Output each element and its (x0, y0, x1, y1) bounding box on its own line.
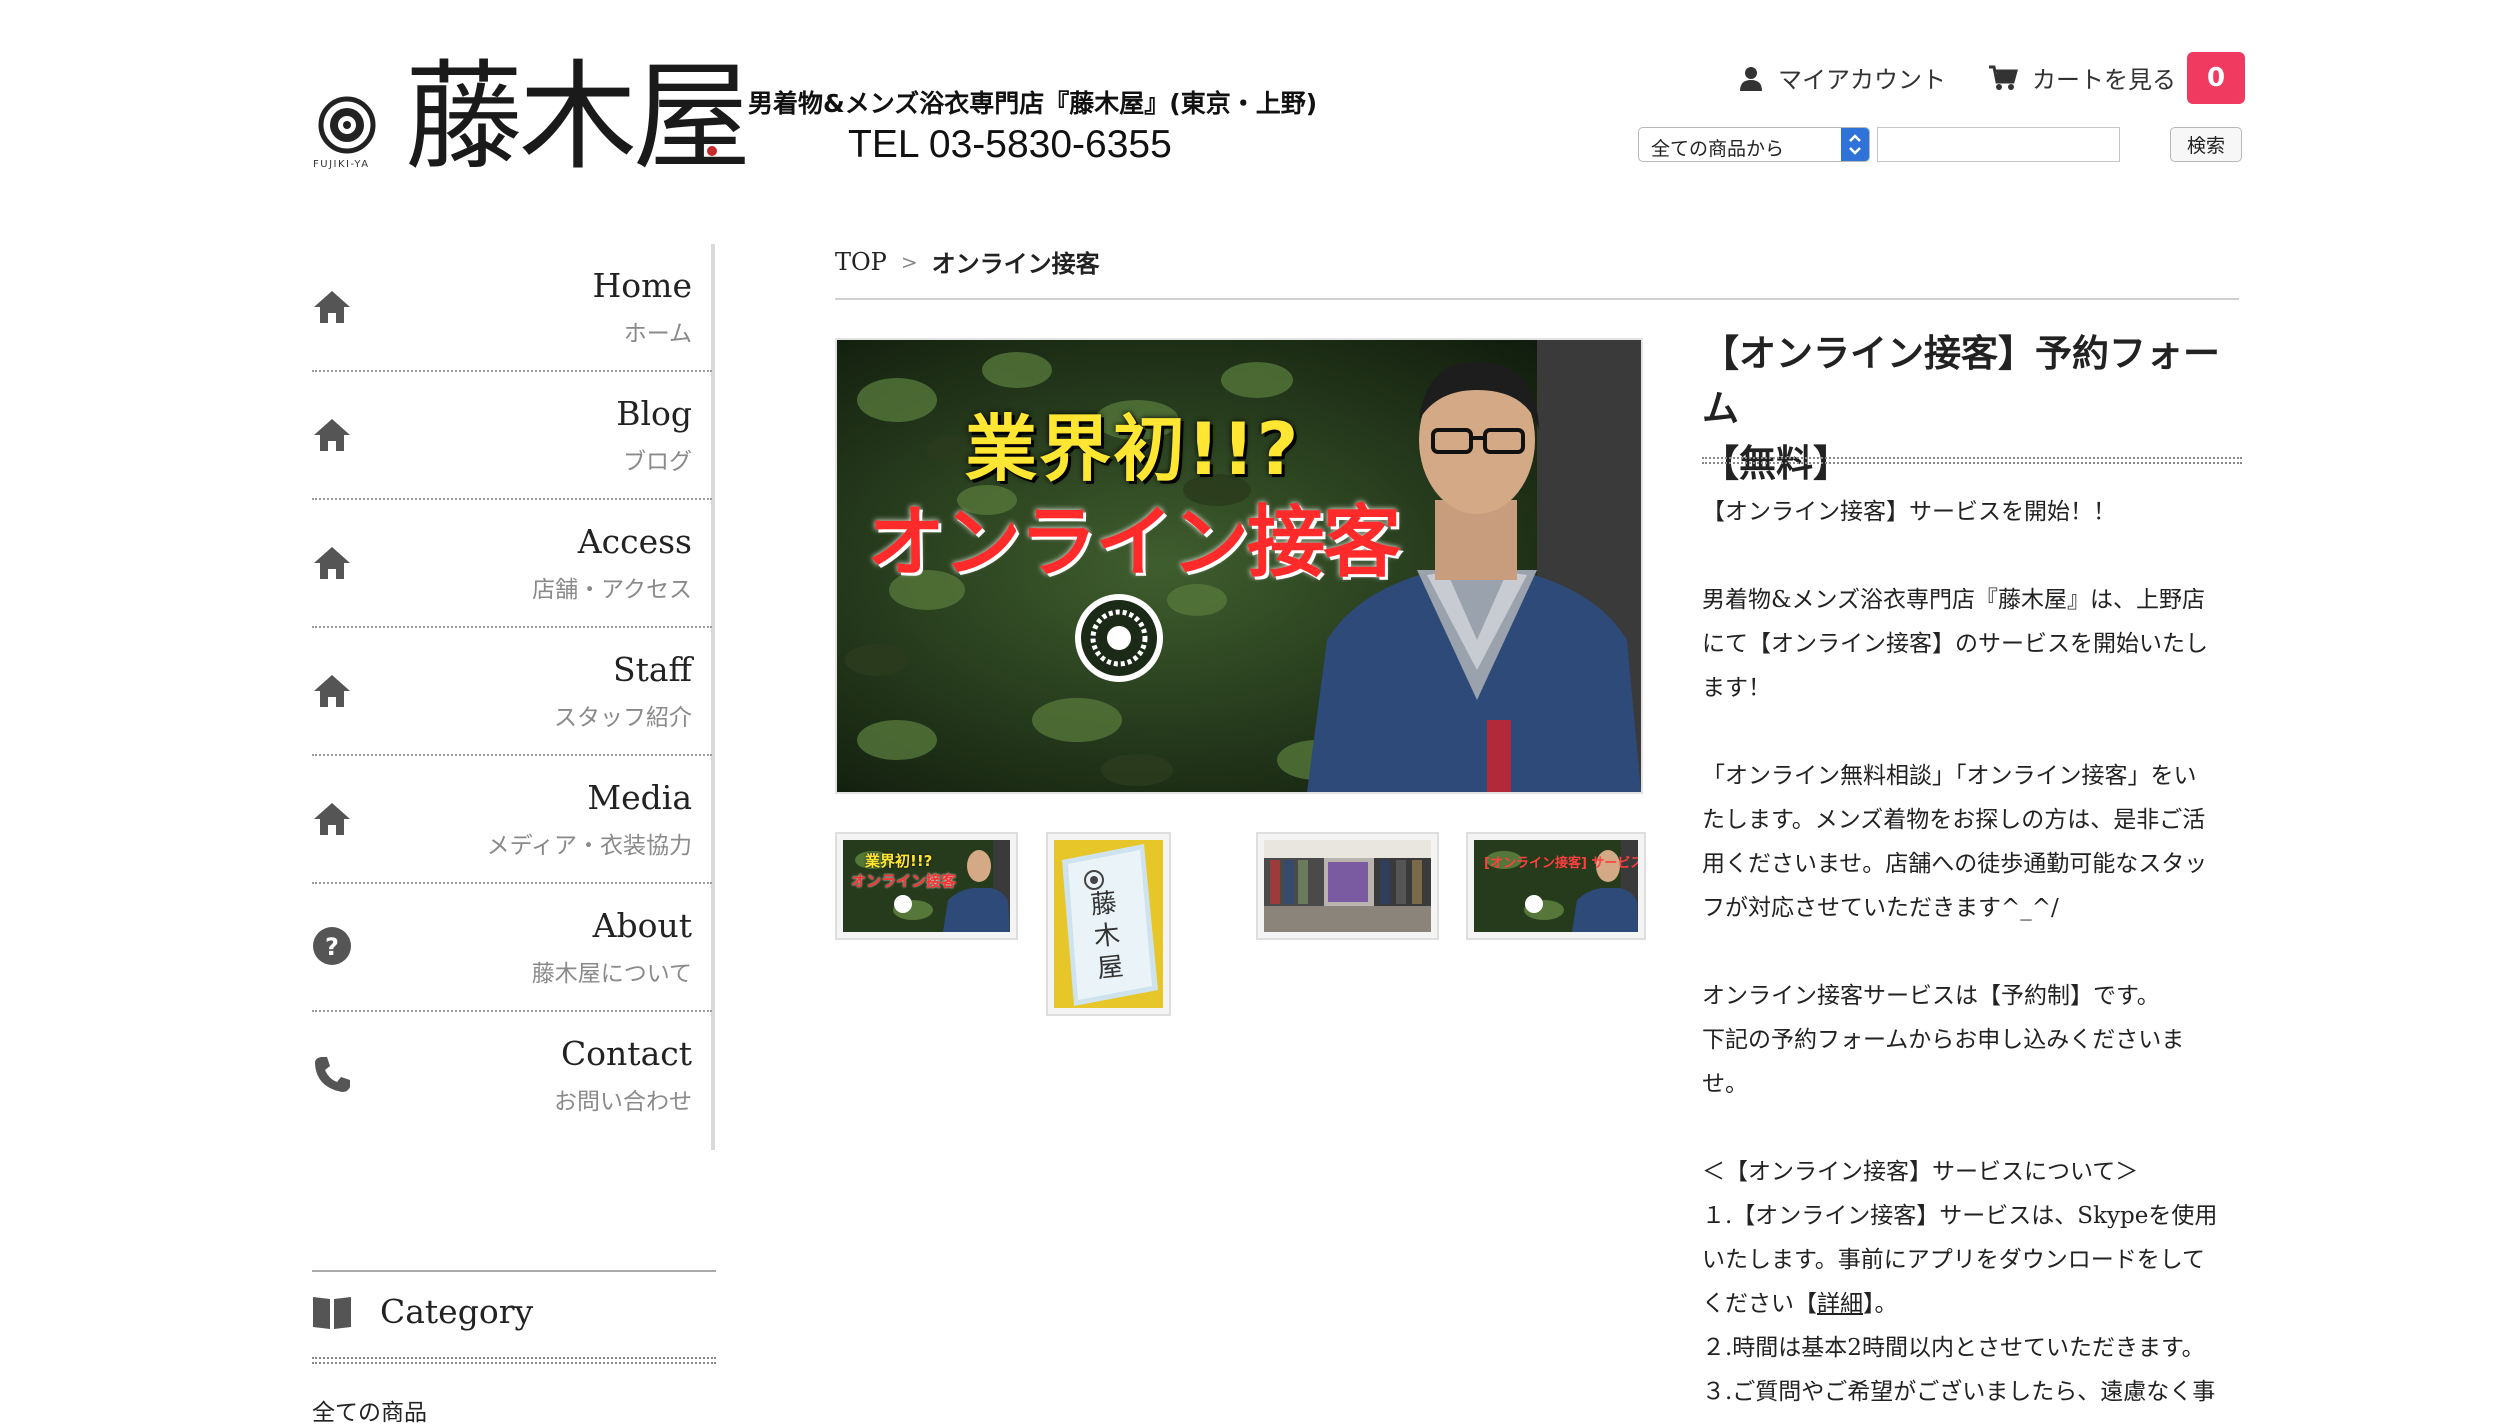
breadcrumb-separator: > (900, 249, 918, 274)
sidebar-item-blog[interactable]: Blog ブログ (312, 372, 712, 500)
logo-seal-icon (707, 146, 717, 156)
sidebar-item-label: Blog (616, 394, 692, 433)
breadcrumb-top-link[interactable]: TOP (835, 248, 887, 276)
desc-line: １.【オンライン接客】サービスは、Skypeを使用 (1702, 1203, 2218, 1229)
category-divider (312, 1270, 716, 1272)
desc-text: ください【 (1702, 1291, 1817, 1317)
phone-icon (315, 1057, 350, 1092)
product-thumbnail-3[interactable] (1256, 832, 1439, 940)
desc-line: オンライン接客サービスは【予約制】です。 (1702, 983, 2160, 1009)
sidebar-item-about[interactable]: ? About 藤木屋について (312, 884, 712, 1012)
desc-line: 用くださいませ。店舗への徒歩通勤可能なスタッ (1702, 851, 2208, 877)
sidebar-item-label: Staff (613, 650, 692, 689)
question-icon: ? (313, 927, 351, 965)
product-title-line-1: 【オンライン接客】予約フォーム (1702, 331, 2220, 430)
sidebar-item-label: About (592, 906, 692, 945)
desc-line: たします。メンズ着物をお探しの方は、是非ご活 (1702, 807, 2206, 833)
my-account-link[interactable]: マイアカウント (1738, 60, 1946, 95)
home-icon (314, 547, 350, 579)
logo-subtitle: FUJIKI-YA (313, 159, 370, 170)
sidebar-item-access[interactable]: Access 店舗・アクセス (312, 500, 712, 628)
search-input[interactable] (1877, 127, 2120, 162)
logo-text[interactable]: 藤木屋 (405, 52, 751, 182)
desc-text: 】。 (1863, 1291, 1898, 1317)
sidebar-item-sublabel: ブログ (623, 449, 692, 475)
breadcrumb-divider (835, 298, 2239, 300)
desc-line: ＜【オンライン接客】サービスについて＞ (1702, 1159, 2139, 1185)
thumbnail-1-caption-1: 業界初!!? (865, 852, 933, 870)
select-arrows-icon (1841, 128, 1869, 161)
book-icon (313, 1296, 351, 1329)
desc-line: いたします。事前にアプリをダウンロードをして (1702, 1247, 2206, 1273)
details-link[interactable]: 詳細 (1817, 1291, 1863, 1317)
desc-line: せ。 (1702, 1071, 1748, 1097)
home-icon (314, 675, 350, 707)
sidebar-item-media[interactable]: Media メディア・衣装協力 (312, 756, 712, 884)
desc-line: フが対応させていただきます^_^/ (1702, 895, 2059, 921)
sidebar-item-sublabel: メディア・衣装協力 (486, 833, 692, 859)
desc-line: ます！ (1702, 675, 1771, 701)
sidebar-item-sublabel: 店舗・アクセス (532, 577, 692, 603)
search-category-select[interactable]: 全ての商品から (1638, 127, 1870, 162)
sidebar-item-label: Access (577, 522, 692, 561)
cart-icon (1989, 65, 2018, 90)
view-cart-label: カートを見る (2032, 66, 2176, 94)
desc-line: にて【オンライン接客】のサービスを開始いたし (1702, 631, 2208, 657)
shop-phone: TEL 03-5830-6355 (848, 123, 1172, 166)
search-category-value: 全ての商品から (1651, 138, 1785, 160)
product-title: 【オンライン接客】予約フォーム 【無料】 (1702, 326, 2242, 491)
product-description: 【オンライン接客】サービスを開始！！ 男着物&メンズ浴衣専門店『藤木屋』は、上野… (1702, 490, 2247, 1414)
svg-text:?: ? (325, 933, 339, 961)
desc-line: ください【詳細】。 (1702, 1282, 2247, 1326)
sidebar-item-sublabel: お問い合わせ (554, 1089, 692, 1115)
sidebar-item-sublabel: 藤木屋について (531, 961, 692, 987)
product-main-image[interactable]: 業界初!!? オンライン接客 (835, 338, 1643, 794)
shop-tagline: 男着物&メンズ浴衣専門店『藤木屋』(東京・上野) (748, 89, 1318, 118)
sidebar-nav: Home ホーム Blog ブログ Access 店舗・アクセス Staff ス… (312, 244, 712, 1140)
thumbnail-4-caption: [オンライン接客] サービス開始 (1484, 856, 1638, 871)
thumbnail-1-caption-2: オンライン接客 (851, 872, 957, 890)
desc-line: 下記の予約フォームからお申し込みくださいま (1702, 1027, 2185, 1053)
home-icon (314, 803, 350, 835)
category-item-all[interactable]: 全ての商品 (312, 1393, 427, 1427)
desc-line: 「オンライン無料相談」「オンライン接客」をい (1702, 763, 2197, 789)
logo-crest-icon[interactable] (318, 96, 376, 154)
cart-count-badge[interactable]: 0 (2187, 52, 2245, 104)
breadcrumb: TOP > オンライン接客 (835, 244, 1100, 279)
category-heading: Category (312, 1292, 533, 1331)
breadcrumb-current: オンライン接客 (931, 249, 1100, 278)
view-cart-link[interactable]: カートを見る (1988, 60, 2176, 95)
home-icon (314, 291, 350, 323)
desc-line: ２.時間は基本2時間以内とさせていただきます。 (1702, 1335, 2205, 1361)
desc-line: 男着物&メンズ浴衣専門店『藤木屋』は、上野店 (1702, 587, 2206, 613)
sidebar-item-sublabel: ホーム (623, 321, 692, 347)
sidebar-item-home[interactable]: Home ホーム (312, 244, 712, 372)
my-account-label: マイアカウント (1778, 66, 1946, 94)
desc-line: 【オンライン接客】サービスを開始！！ (1702, 499, 2116, 525)
title-dotted-divider (1702, 457, 2242, 464)
category-dotted-divider (312, 1357, 716, 1364)
sidebar-item-label: Home (592, 266, 692, 305)
product-thumbnail-1[interactable]: 業界初!!? オンライン接客 (835, 832, 1018, 940)
sidebar-item-staff[interactable]: Staff スタッフ紹介 (312, 628, 712, 756)
search-button[interactable]: 検索 (2170, 127, 2242, 162)
sidebar-item-contact[interactable]: Contact お問い合わせ (312, 1012, 712, 1140)
user-icon (1740, 66, 1762, 91)
product-thumbnail-4[interactable]: [オンライン接客] サービス開始 (1466, 832, 1646, 940)
category-title: Category (380, 1292, 534, 1331)
desc-line: ３.ご質問やご希望がございましたら、遠慮なく事 (1702, 1379, 2216, 1405)
product-thumbnail-2[interactable]: 藤木屋 (1046, 832, 1171, 1016)
home-icon (314, 419, 350, 451)
banner-headline-2: オンライン接客 (867, 498, 1401, 588)
sidebar-item-label: Contact (560, 1034, 692, 1073)
sidebar-item-label: Media (587, 778, 692, 817)
sidebar-item-sublabel: スタッフ紹介 (554, 705, 692, 731)
